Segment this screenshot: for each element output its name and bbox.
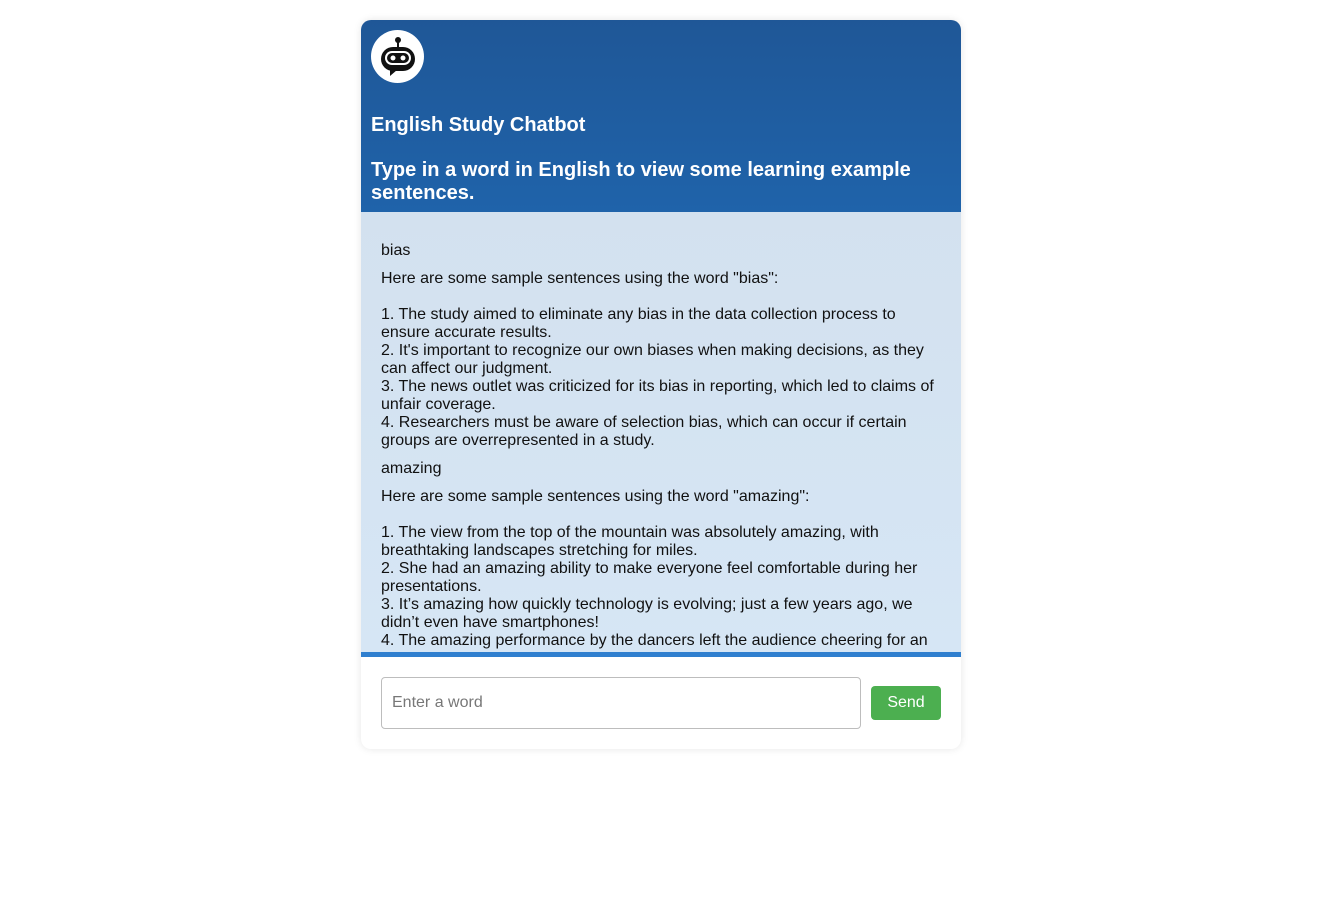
bot-message: Here are some sample sentences using the…: [381, 488, 941, 652]
robot-icon: [371, 30, 424, 83]
word-input[interactable]: [381, 677, 861, 729]
bot-message-line: 2. She had an amazing ability to make ev…: [381, 560, 918, 595]
input-area: Send: [361, 657, 961, 749]
bot-message-line: 4. The amazing performance by the dancer…: [381, 632, 928, 652]
bot-message-line: 3. It’s amazing how quickly technology i…: [381, 596, 913, 631]
chat-header: English Study Chatbot Type in a word in …: [361, 20, 961, 212]
bot-message: Here are some sample sentences using the…: [381, 270, 941, 450]
send-button[interactable]: Send: [871, 686, 941, 720]
chat-subtitle: Type in a word in English to view some l…: [371, 159, 911, 204]
bot-message-intro: Here are some sample sentences using the…: [381, 488, 810, 505]
bot-message-line: 4. Researchers must be aware of selectio…: [381, 414, 907, 449]
bot-message-line: 1. The view from the top of the mountain…: [381, 524, 879, 559]
chat-container: English Study Chatbot Type in a word in …: [361, 20, 961, 749]
bot-message-line: 2. It's important to recognize our own b…: [381, 342, 924, 377]
message-list[interactable]: bias Here are some sample sentences usin…: [361, 212, 961, 652]
chat-title: English Study Chatbot: [371, 114, 586, 136]
user-message: bias: [381, 242, 411, 259]
bot-message-intro: Here are some sample sentences using the…: [381, 270, 779, 287]
user-message: amazing: [381, 460, 442, 477]
bot-message-line: 1. The study aimed to eliminate any bias…: [381, 306, 896, 341]
bot-message-line: 3. The news outlet was criticized for it…: [381, 378, 934, 413]
